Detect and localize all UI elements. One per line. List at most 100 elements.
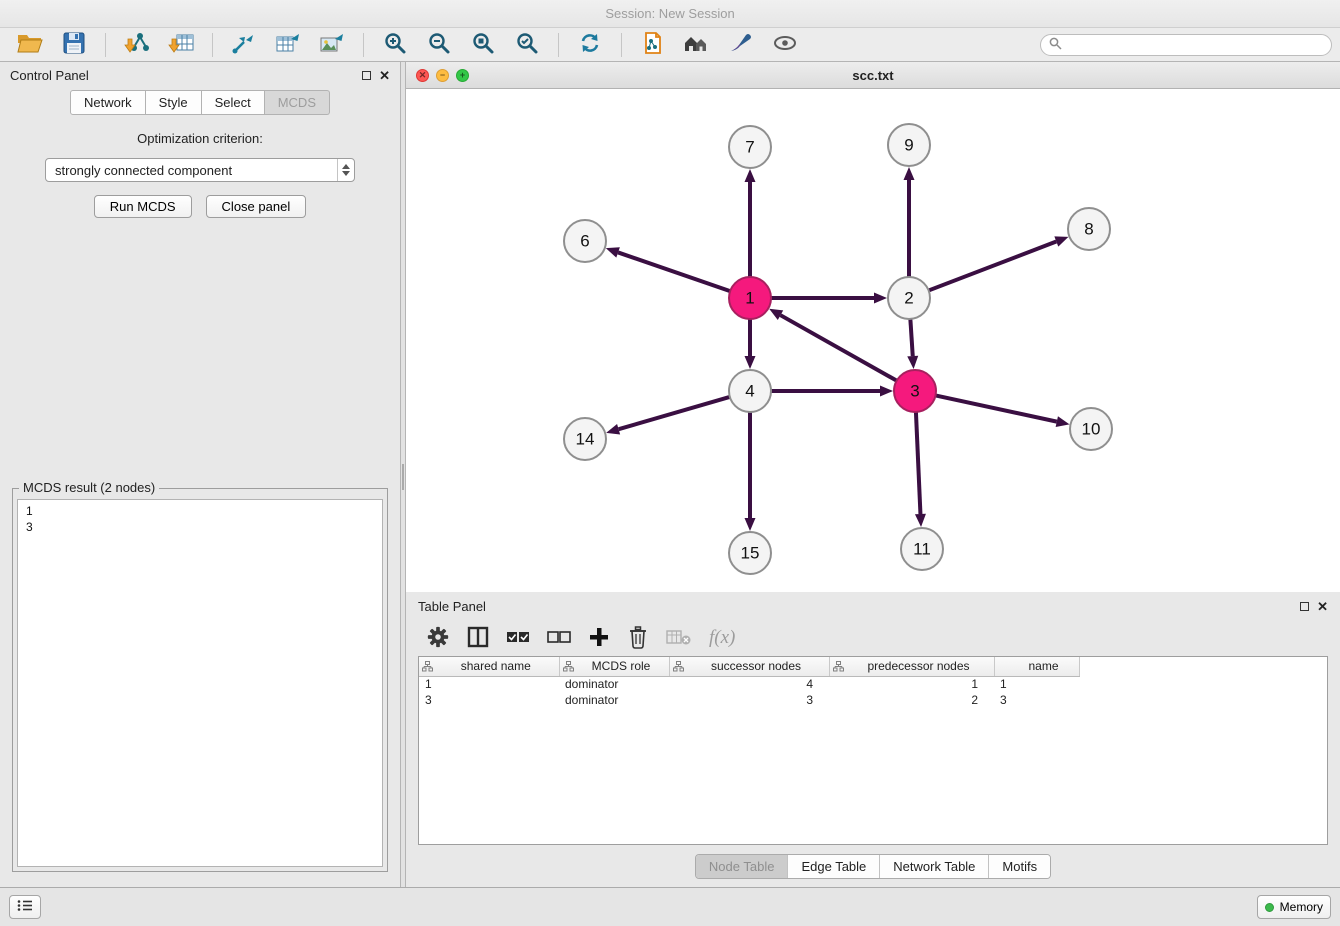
minimize-window-icon[interactable]: − — [436, 69, 449, 82]
edge-arrowhead-icon — [745, 169, 756, 182]
column-header-successor-nodes[interactable]: successor nodes — [669, 657, 829, 676]
edge-1-6[interactable] — [618, 252, 733, 292]
column-label: MCDS role — [592, 659, 651, 673]
edge-3-1[interactable] — [780, 315, 899, 382]
home-view-button[interactable] — [680, 31, 714, 59]
task-list-icon — [17, 899, 33, 915]
search-icon — [1049, 37, 1062, 53]
edge-2-8[interactable] — [926, 242, 1057, 292]
edge-2-3[interactable] — [910, 316, 913, 356]
memory-button[interactable]: Memory — [1257, 895, 1331, 919]
home-icon — [683, 31, 711, 58]
mcds-buttons-row: Run MCDS Close panel — [0, 195, 400, 218]
zoom-fit-button[interactable] — [466, 31, 500, 59]
criterion-dropdown[interactable]: strongly connected component — [45, 158, 355, 182]
new-table-button[interactable] — [271, 31, 305, 59]
style-brush-icon — [728, 31, 754, 58]
new-network-button[interactable] — [227, 31, 261, 59]
table-cell[interactable]: 4 — [669, 676, 829, 692]
tab-mcds[interactable]: MCDS — [265, 90, 330, 115]
function-builder-button[interactable]: f(x) — [709, 627, 735, 649]
node-label-1: 1 — [745, 289, 754, 308]
edge-arrowhead-icon — [606, 247, 620, 257]
export-image-button[interactable] — [315, 31, 349, 59]
column-header-name[interactable]: name — [994, 657, 1079, 676]
float-panel-icon[interactable] — [362, 71, 371, 80]
table-cell[interactable]: 2 — [829, 692, 994, 708]
network-window: ✕ − + scc.txt 7968124310141511 — [406, 62, 1340, 592]
mcds-result-textarea[interactable]: 1 3 — [17, 499, 383, 867]
zoom-out-button[interactable] — [422, 31, 456, 59]
tab-network[interactable]: Network — [70, 90, 146, 115]
import-table-button[interactable] — [164, 31, 198, 59]
table-cell[interactable]: dominator — [559, 676, 669, 692]
clone-network-button[interactable] — [636, 31, 670, 59]
splitter-grip[interactable] — [402, 464, 404, 490]
table-panel-title: Table Panel — [418, 599, 486, 614]
delete-table-button[interactable] — [666, 628, 692, 649]
close-panel-icon[interactable]: ✕ — [1317, 600, 1328, 613]
open-session-button[interactable] — [13, 31, 47, 59]
apply-style-button[interactable] — [724, 31, 758, 59]
table-cell[interactable]: 3 — [994, 692, 1079, 708]
create-column-button[interactable] — [588, 626, 610, 651]
table-cell[interactable]: 1 — [829, 676, 994, 692]
zoom-selected-button[interactable] — [510, 31, 544, 59]
control-panel-header: Control Panel ✕ — [0, 62, 400, 88]
image-arrow-icon — [319, 31, 345, 58]
select-all-columns-button[interactable] — [506, 630, 530, 647]
edge-3-11[interactable] — [916, 409, 921, 514]
search-box[interactable] — [1040, 34, 1332, 56]
float-panel-icon[interactable] — [1300, 602, 1309, 611]
attribute-tree-icon — [422, 661, 433, 675]
table-cell[interactable]: 3 — [419, 692, 559, 708]
save-session-button[interactable] — [57, 31, 91, 59]
refresh-view-button[interactable] — [573, 31, 607, 59]
import-network-button[interactable] — [120, 31, 154, 59]
edge-4-14[interactable] — [619, 396, 733, 429]
tab-network-table[interactable]: Network Table — [880, 855, 989, 878]
zoom-in-button[interactable] — [378, 31, 412, 59]
column-header-mcds-role[interactable]: MCDS role — [559, 657, 669, 676]
table-delete-icon — [666, 628, 692, 649]
memory-status-icon — [1265, 903, 1274, 912]
zoom-window-icon[interactable]: + — [456, 69, 469, 82]
tab-motifs[interactable]: Motifs — [989, 855, 1050, 878]
network-canvas[interactable]: 7968124310141511 — [406, 89, 1340, 592]
close-panel-button[interactable]: Close panel — [206, 195, 307, 218]
delete-column-button[interactable] — [627, 625, 649, 652]
table-row[interactable]: 1dominator411 — [419, 676, 1079, 692]
column-header-shared-name[interactable]: shared name — [419, 657, 559, 676]
network-window-titlebar[interactable]: ✕ − + scc.txt — [406, 62, 1340, 89]
table-panel: Table Panel ✕ — [406, 592, 1340, 887]
network-graph: 7968124310141511 — [406, 89, 1339, 592]
column-header-predecessor-nodes[interactable]: predecessor nodes — [829, 657, 994, 676]
tab-edge-table[interactable]: Edge Table — [788, 855, 880, 878]
table-row[interactable]: 3dominator323 — [419, 692, 1079, 708]
attribute-tree-icon — [833, 661, 844, 675]
run-mcds-button[interactable]: Run MCDS — [94, 195, 192, 218]
window-titlebar[interactable]: Session: New Session — [0, 0, 1340, 28]
tab-select[interactable]: Select — [202, 90, 265, 115]
network-window-title: scc.txt — [852, 68, 893, 83]
close-panel-icon[interactable]: ✕ — [379, 69, 390, 82]
tab-node-table[interactable]: Node Table — [696, 855, 789, 878]
show-columns-button[interactable] — [467, 626, 489, 651]
close-window-icon[interactable]: ✕ — [416, 69, 429, 82]
task-history-button[interactable] — [9, 895, 41, 919]
search-input[interactable] — [1067, 37, 1323, 52]
tab-style[interactable]: Style — [146, 90, 202, 115]
unselect-all-columns-button[interactable] — [547, 630, 571, 647]
column-label: name — [1028, 659, 1058, 673]
table-cell[interactable]: 1 — [419, 676, 559, 692]
table-cell[interactable]: dominator — [559, 692, 669, 708]
table-cell[interactable]: 1 — [994, 676, 1079, 692]
toolbar-separator — [558, 33, 559, 57]
node-label-10: 10 — [1082, 420, 1101, 439]
dropdown-stepper-icon[interactable] — [337, 159, 354, 181]
table-cell[interactable]: 3 — [669, 692, 829, 708]
show-graphics-details-button[interactable] — [768, 31, 802, 59]
table-settings-button[interactable] — [426, 625, 450, 652]
memory-label: Memory — [1280, 900, 1323, 914]
edge-3-10[interactable] — [933, 395, 1057, 422]
